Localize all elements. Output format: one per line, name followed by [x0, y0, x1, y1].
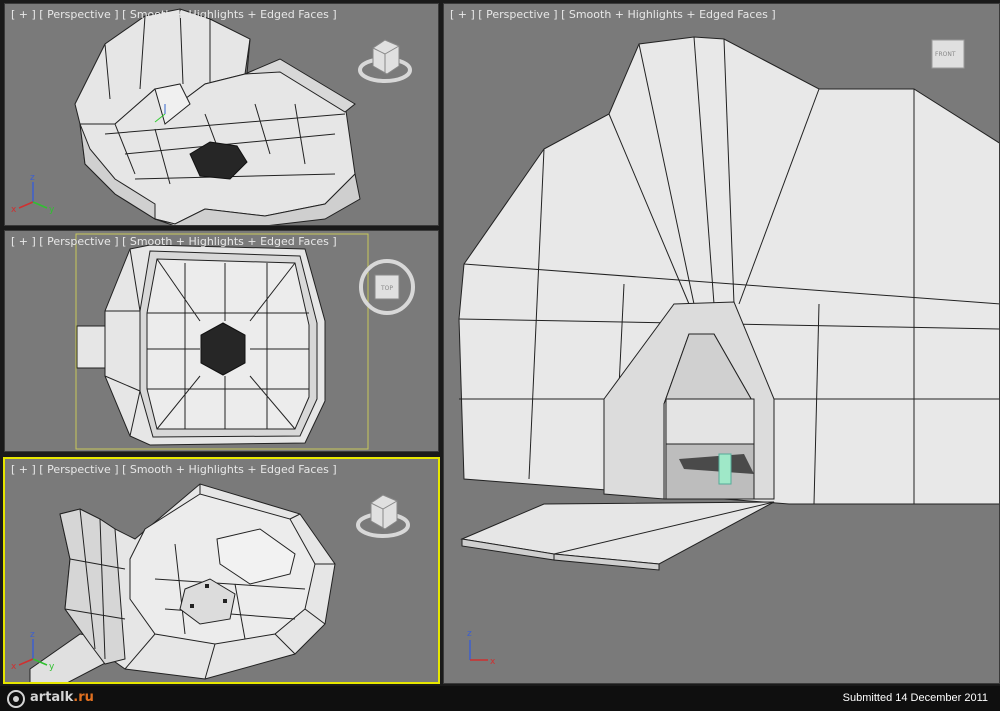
- axis-tripod: z x y: [11, 627, 61, 677]
- axis-z-label: z: [30, 630, 35, 640]
- viewport-label[interactable]: [ + ] [ Perspective ] [ Smooth + Highlig…: [11, 8, 337, 21]
- viewport-right[interactable]: FRONT z x [ + ] [ Perspective ] [ Smooth…: [443, 3, 1000, 684]
- viewport-scene-mesh: [458, 36, 999, 571]
- site-logo[interactable]: artalk.ru: [30, 690, 94, 705]
- viewport-label[interactable]: [ + ] [ Perspective ] [ Smooth + Highlig…: [450, 8, 776, 21]
- submitted-date: Submitted 14 December 2011: [842, 692, 988, 704]
- back-left-cube-icon: [356, 494, 410, 538]
- axis-tripod: z x: [458, 624, 508, 674]
- logo-main: talk: [45, 690, 74, 705]
- viewcube[interactable]: FRONT: [928, 36, 972, 76]
- back-left-cube-icon: [358, 39, 412, 83]
- viewport-label[interactable]: [ + ] [ Perspective ] [ Smooth + Highlig…: [11, 235, 337, 248]
- axis-x-label: x: [490, 657, 496, 667]
- axis-y-label: y: [49, 205, 55, 215]
- top-cube-icon: TOP: [359, 259, 415, 315]
- footer-bar: artalk.ru Submitted 14 December 2011: [0, 686, 1000, 711]
- artalk-logo-icon: [7, 690, 25, 708]
- viewcube-face-label: FRONT: [935, 51, 956, 58]
- axis-z-label: z: [467, 629, 472, 639]
- axis-tripod: z x y: [11, 170, 61, 220]
- viewport-middle-left[interactable]: TOP [ + ] [ Perspective ] [ Smooth + Hig…: [4, 230, 439, 452]
- front-cube-icon: FRONT: [931, 39, 965, 69]
- viewport-top-left[interactable]: z x y [ + ] [ Perspective ] [ Smooth + H…: [4, 3, 439, 226]
- logo-prefix: ar: [30, 690, 46, 705]
- axis-x-label: x: [11, 662, 17, 672]
- viewport-bottom-left[interactable]: z x y [ + ] [ Perspective ] [ Smooth + H…: [3, 457, 440, 684]
- axis-x-label: x: [11, 205, 17, 215]
- viewcube-face-label: TOP: [380, 285, 393, 292]
- viewcube[interactable]: [357, 34, 413, 86]
- viewcube[interactable]: TOP: [357, 259, 417, 315]
- axis-z-label: z: [30, 173, 35, 183]
- viewcube[interactable]: [355, 489, 411, 541]
- logo-suffix: .ru: [73, 690, 94, 705]
- axis-y-label: y: [49, 662, 55, 672]
- viewport-label[interactable]: [ + ] [ Perspective ] [ Smooth + Highlig…: [11, 463, 337, 476]
